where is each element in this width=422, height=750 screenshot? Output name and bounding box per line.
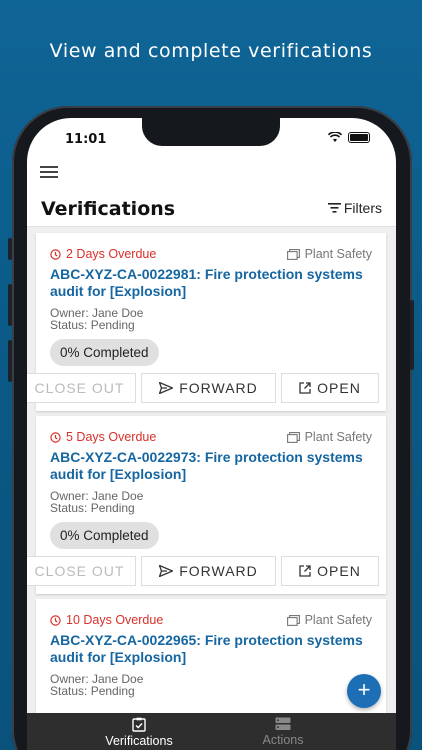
external-link-icon [299, 382, 311, 394]
folders-icon [286, 431, 300, 443]
folders-icon [286, 614, 300, 626]
filters-button[interactable]: Filters [327, 200, 382, 216]
hamburger-menu-icon[interactable] [40, 166, 58, 181]
clock-icon [50, 248, 61, 260]
status-icons [328, 132, 370, 143]
tab-verifications[interactable]: Verifications [79, 717, 199, 748]
overdue-text: 2 Days Overdue [66, 247, 157, 261]
overdue-badge: 10 Days Overdue [50, 613, 163, 627]
close-out-button[interactable]: CLOSE OUT [27, 373, 136, 403]
category-label: Plant Safety [286, 247, 372, 261]
card-title[interactable]: ABC-XYZ-CA-0022981: Fire protection syst… [50, 266, 372, 300]
bottom-tab-bar: Verifications Actions [27, 713, 396, 750]
notch [142, 118, 280, 146]
clock-icon [50, 431, 61, 443]
tab-label: Actions [262, 733, 304, 747]
server-icon [275, 717, 291, 730]
side-button [8, 340, 12, 382]
folders-icon [286, 248, 300, 260]
category-text: Plant Safety [304, 430, 372, 444]
filters-label: Filters [343, 200, 382, 216]
progress-badge: 0% Completed [50, 522, 159, 549]
verification-list[interactable]: 2 Days Overdue Plant Safety ABC-XYZ-CA-0… [27, 226, 396, 719]
battery-icon [348, 132, 370, 143]
close-out-button[interactable]: CLOSE OUT [27, 556, 136, 586]
category-text: Plant Safety [304, 247, 372, 261]
category-label: Plant Safety [286, 430, 372, 444]
send-icon [159, 382, 174, 394]
verification-card[interactable]: 10 Days Overdue Plant Safety ABC-XYZ-CA-… [36, 599, 386, 719]
category-label: Plant Safety [286, 613, 372, 627]
status-text: Status: Pending [50, 318, 135, 332]
external-link-icon [299, 565, 311, 577]
overdue-text: 10 Days Overdue [66, 613, 164, 627]
send-icon [159, 565, 174, 577]
wifi-icon [328, 132, 342, 142]
headline: View and complete verifications [49, 40, 373, 62]
overdue-badge: 5 Days Overdue [50, 430, 156, 444]
open-button[interactable]: OPEN [281, 373, 379, 403]
verification-card[interactable]: 5 Days Overdue Plant Safety ABC-XYZ-CA-0… [27, 416, 386, 594]
card-actions: CLOSE OUT FORWARD OPEN [27, 556, 386, 588]
progress-badge: 0% Completed [50, 339, 159, 366]
forward-button[interactable]: FORWARD [141, 373, 276, 403]
card-title[interactable]: ABC-XYZ-CA-0022965: Fire protection syst… [50, 632, 372, 666]
card-actions: CLOSE OUT FORWARD OPEN [27, 373, 386, 405]
status-time: 11:01 [65, 132, 107, 147]
forward-label: FORWARD [179, 563, 258, 579]
app-screen: 11:01 Verifications Filters 2 Days Overd… [27, 118, 396, 750]
forward-label: FORWARD [179, 380, 258, 396]
overdue-text: 5 Days Overdue [66, 430, 157, 444]
filter-icon [327, 203, 341, 213]
add-button[interactable]: + [347, 674, 381, 708]
tab-label: Verifications [105, 734, 173, 748]
status-text: Status: Pending [50, 684, 135, 698]
overdue-badge: 2 Days Overdue [50, 247, 156, 261]
open-label: OPEN [317, 380, 361, 396]
side-button [410, 300, 414, 370]
status-text: Status: Pending [50, 501, 135, 515]
clock-icon [50, 614, 61, 626]
category-text: Plant Safety [304, 613, 372, 627]
open-button[interactable]: OPEN [281, 556, 379, 586]
card-title[interactable]: ABC-XYZ-CA-0022973: Fire protection syst… [50, 449, 372, 483]
open-label: OPEN [317, 563, 361, 579]
forward-button[interactable]: FORWARD [141, 556, 276, 586]
tab-actions[interactable]: Actions [223, 717, 343, 747]
side-button [8, 284, 12, 326]
verification-card[interactable]: 2 Days Overdue Plant Safety ABC-XYZ-CA-0… [27, 233, 386, 411]
clipboard-check-icon [132, 717, 146, 732]
side-button [8, 238, 12, 260]
page-title: Verifications [41, 198, 176, 220]
